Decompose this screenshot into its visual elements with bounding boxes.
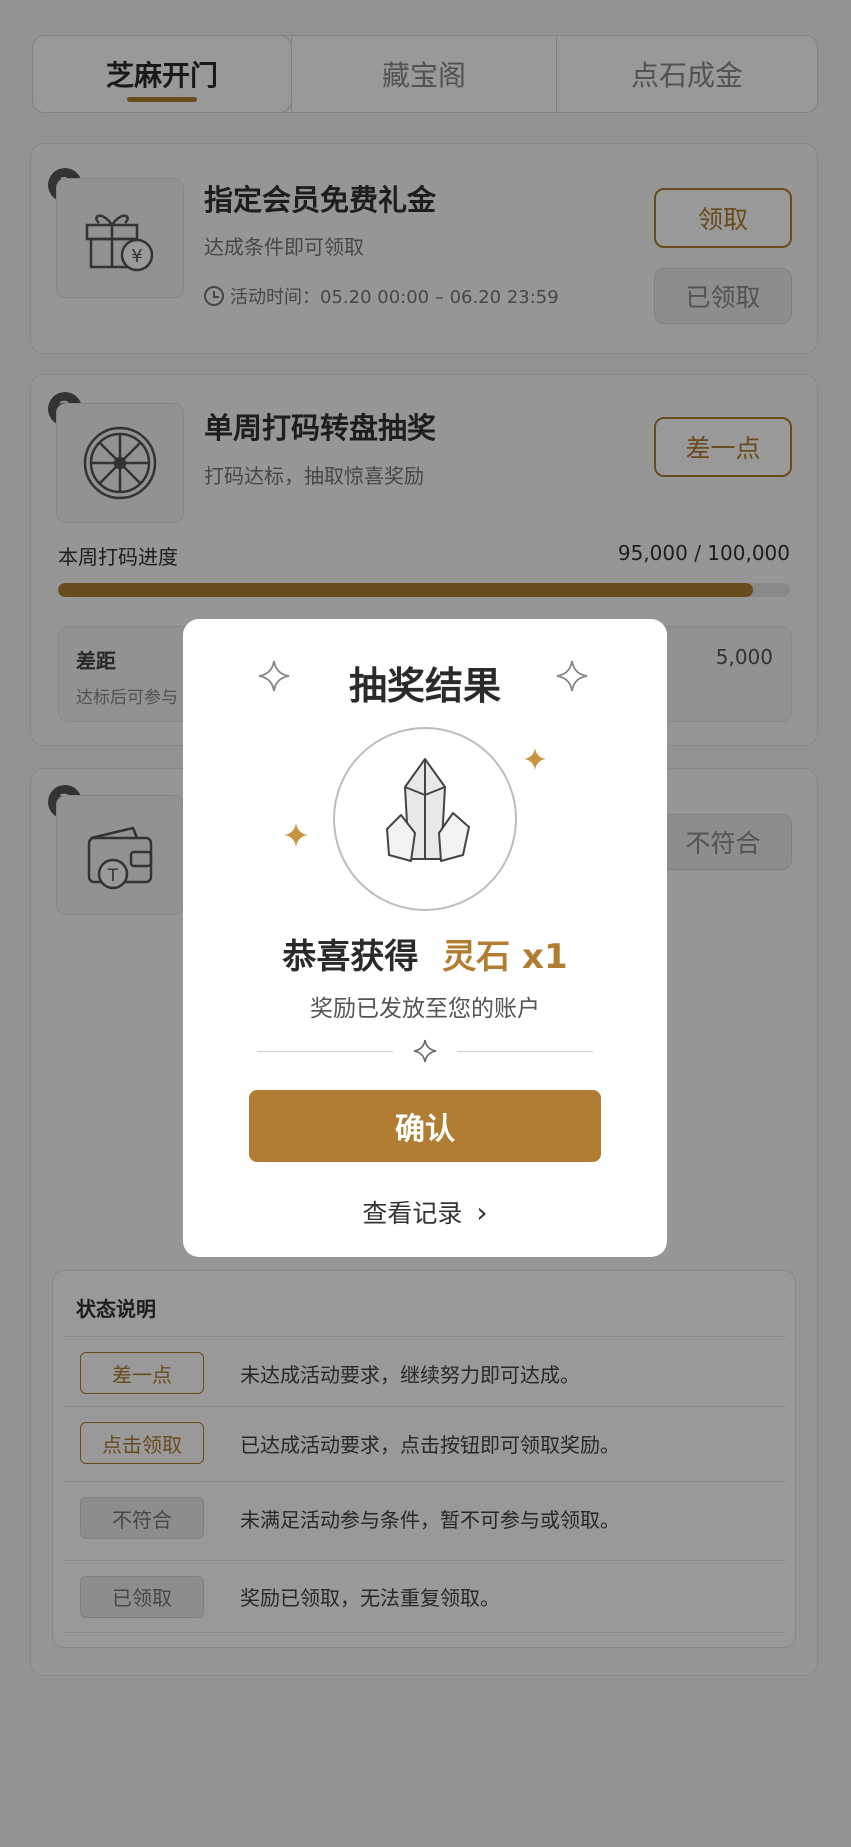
congrats-line: 恭喜获得 灵石 x1 — [183, 929, 667, 978]
divider — [457, 1051, 593, 1052]
confirm-button[interactable]: 确认 — [249, 1090, 601, 1162]
chevron-right-icon: › — [476, 1196, 488, 1229]
sparkle-icon — [413, 1039, 437, 1063]
gold-sparkle-icon — [524, 748, 546, 770]
view-records-link[interactable]: 查看记录 › — [183, 1194, 667, 1230]
view-records-label: 查看记录 — [362, 1199, 463, 1228]
gold-sparkle-icon — [284, 823, 308, 847]
prize-name: 灵石 x1 — [442, 937, 568, 977]
reward-description: 奖励已发放至您的账户 — [310, 996, 540, 1022]
lottery-result-modal: 抽奖结果 恭喜获得 灵石 x1 奖励已发放至您的账户 确认 查看记录 › — [183, 619, 667, 1257]
divider — [257, 1051, 393, 1052]
crystal-icon — [386, 758, 470, 862]
modal-title: 抽奖结果 — [348, 664, 501, 708]
prize-icon-circle — [333, 727, 517, 911]
congrats-prefix: 恭喜获得 — [282, 937, 419, 977]
